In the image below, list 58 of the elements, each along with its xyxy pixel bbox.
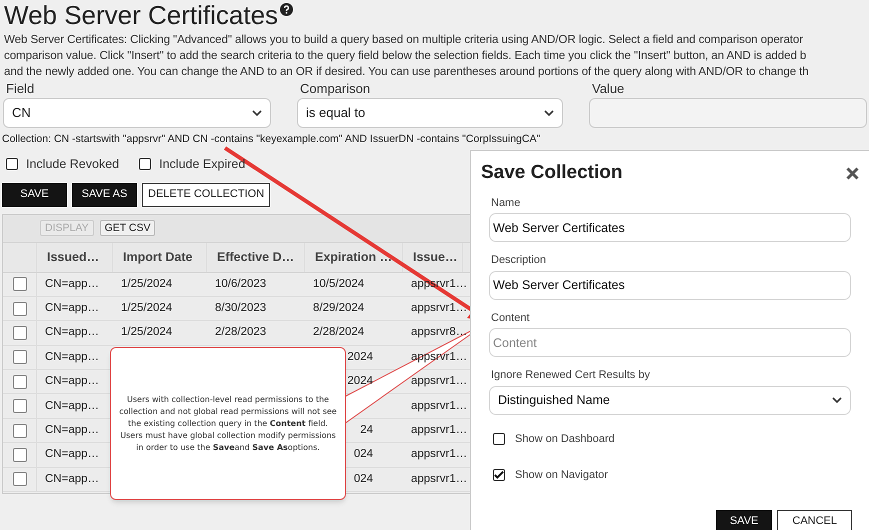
checkbox-label: Include Expired [159, 156, 246, 173]
table-cell-text: 2024 [347, 374, 373, 390]
field-label: Field [6, 81, 36, 97]
checkbox-label: Show on Navigator [515, 468, 608, 483]
field-label: Ignore Renewed Cert Results by [491, 368, 651, 383]
action-button[interactable]: SAVE AS [72, 182, 137, 206]
table-cell-text: CN=app… [44, 276, 100, 292]
table-cell-text: 10/5/2024 [312, 276, 366, 292]
column-header[interactable]: Expiration … [305, 242, 403, 272]
table-cell-text: 2024 [347, 350, 373, 365]
table-cell-text: CN=app… [44, 398, 100, 414]
toolbar-button[interactable]: GET CSV [100, 220, 156, 236]
select-field[interactable]: is equal to [297, 98, 563, 128]
table-cell-text: CN=app… [44, 325, 100, 340]
description-line: and the newly added one. You can change the AND to an OR if desired. You can use parentheses around portions of the query along with AND/OR to change th [4, 64, 810, 80]
table-cell-text: 2/28/2024 [312, 325, 366, 340]
table-cell-text: CN=app… [44, 422, 100, 438]
save-button[interactable]: SAVE [716, 510, 772, 530]
select-field[interactable]: Distinguished Name [489, 386, 851, 414]
table-cell-text: 024 [354, 472, 373, 487]
description-line: comparison value. Click "Insert" to add the search criteria to the query field below the selection fields. Each time you click the "Insert" button, an AND is added b [4, 48, 808, 64]
table-cell-text: 10/6/2023 [214, 276, 268, 292]
input-field[interactable]: Web Server Certificates [489, 213, 851, 242]
action-button[interactable]: SAVE [2, 182, 67, 206]
table-cell-text: 8/30/2023 [214, 300, 268, 316]
table-cell-text: 24 [360, 422, 373, 438]
collection-query: Collection: CN -startswith "appsrvr" AND CN -contains "keyexample.com" AND IssuerDN -contains "CorpIssuingCA" [2, 132, 542, 147]
input-field[interactable]: Content [489, 328, 851, 357]
column-header[interactable]: Import Date [113, 242, 207, 272]
dialog-title: Save Collection [481, 161, 622, 185]
table-cell-text: 1/25/2024 [120, 300, 174, 316]
table-cell-text: CN=app… [44, 472, 100, 487]
table-cell-text: CN=app… [44, 300, 100, 316]
table-cell-text: CN=app… [44, 350, 100, 365]
table-cell-text: 1/25/2024 [120, 276, 174, 292]
table-cell-text: 024 [354, 447, 373, 462]
column-header[interactable]: Effective D… [207, 242, 305, 272]
select-field[interactable]: CN [3, 98, 271, 128]
table-cell-text: 1/25/2024 [120, 325, 174, 340]
column-header[interactable]: Issue… [403, 242, 463, 272]
table-cell-text: CN=app… [44, 447, 100, 462]
callout-text: Users with collection-level read permissions to the collection and not global read permissions will not see the existing collection query in the Content field. Users must have global collection modify permissions in order to use the Saveand Save Asoptions. [119, 394, 337, 454]
field-label: Content [491, 310, 531, 326]
field-label: Value [592, 81, 626, 97]
table-cell-text: CN=app… [44, 374, 100, 390]
column-header[interactable]: Issued… [37, 242, 113, 272]
checkbox-label: Include Revoked [26, 156, 120, 173]
description-line: Web Server Certificates: Clicking "Advanced" allows you to build a query based on multiple criteria using AND/OR logic. Select a field and comparison operator [4, 32, 804, 48]
input-field[interactable]: Web Server Certificates [489, 270, 851, 300]
field-label: Name [491, 196, 522, 210]
checkbox-label: Show on Dashboard [515, 432, 615, 446]
page-title: Web Server Certificates [4, 0, 278, 30]
field-label: Comparison [300, 81, 372, 97]
field-label: Description [491, 253, 548, 268]
table-cell-text: 8/29/2024 [312, 300, 366, 316]
cancel-button[interactable]: CANCEL [777, 510, 852, 530]
table-cell-text: 2/28/2023 [214, 325, 268, 340]
outline-button[interactable]: DELETE COLLECTION [142, 182, 270, 206]
